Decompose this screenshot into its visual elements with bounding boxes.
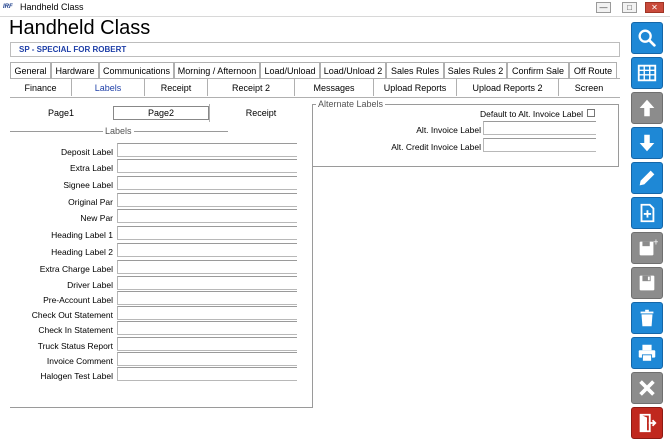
tab-morning-afternoon[interactable]: Morning / Afternoon [174,62,260,78]
new-button[interactable] [631,197,663,229]
default-alt-invoice-checkbox[interactable] [587,109,595,117]
grid-button[interactable] [631,57,663,89]
search-icon [638,29,656,47]
tabs-row-2: Finance Labels Receipt Receipt 2 Message… [10,79,619,97]
pre-account-label-label: Pre-Account Label [43,295,113,305]
save-new-icon: + [639,237,659,256]
invoice-comment-label: Invoice Comment [46,356,113,366]
tab-messages[interactable]: Messages [295,79,374,96]
app-logo-icon: IRF [3,4,13,10]
heading-label-2-label: Heading Label 2 [51,247,113,257]
minimize-button[interactable]: — [596,2,611,13]
page-title: Handheld Class [9,17,151,39]
subtab-receipt[interactable]: Receipt [212,99,310,127]
delete-button[interactable] [631,302,663,334]
tab-upload-reports[interactable]: Upload Reports [374,79,457,96]
deposit-label-label: Deposit Label [61,147,113,157]
heading-label-1-field[interactable] [117,226,297,240]
alt-invoice-label-field[interactable] [483,121,596,135]
tab-sales-rules[interactable]: Sales Rules [386,62,444,78]
extra-charge-label-field[interactable] [117,260,297,274]
pre-account-label-field[interactable] [117,291,297,305]
heading-label-2-field[interactable] [117,243,297,257]
company-name: SP - SPECIAL FOR ROBERT [19,45,127,54]
exit-button[interactable] [631,407,663,439]
tab-load-unload[interactable]: Load/Unload [260,62,320,78]
cancel-button[interactable] [631,372,663,404]
alternate-labels-title: Alternate Labels [316,99,386,109]
grid-icon [637,64,657,82]
driver-label-field[interactable] [117,276,297,290]
tab-screen[interactable]: Screen [559,79,619,96]
print-button[interactable] [631,337,663,369]
alt-invoice-label-label: Alt. Invoice Label [416,125,481,135]
new-par-label: New Par [80,213,113,223]
default-alt-invoice-label: Default to Alt. Invoice Label [479,109,583,119]
deposit-label-field[interactable] [117,143,297,157]
signee-label-field[interactable] [117,176,297,190]
tab-general[interactable]: General [10,62,51,78]
halogen-test-label-label: Halogen Test Label [40,371,113,381]
extra-label-field[interactable] [117,159,297,173]
tab-sales-rules-2[interactable]: Sales Rules 2 [444,62,507,78]
new-document-icon [640,203,655,223]
truck-status-report-field[interactable] [117,337,297,351]
tab-load-unload-2[interactable]: Load/Unload 2 [320,62,386,78]
extra-charge-label-label: Extra Charge Label [39,264,113,274]
move-down-button[interactable] [631,127,663,159]
subtab-page2-label: Page2 [113,106,209,120]
invoice-comment-field[interactable] [117,352,297,366]
check-in-statement-field[interactable] [117,321,297,335]
original-par-field[interactable] [117,193,297,207]
tabs-row-1: General Hardware Communications Morning … [10,62,617,78]
save-button[interactable] [631,267,663,299]
cancel-icon [639,380,655,396]
check-in-statement-label: Check In Statement [38,325,113,335]
move-up-button[interactable] [631,92,663,124]
save-new-button[interactable]: + [631,232,663,264]
svg-text:+: + [653,237,659,246]
halogen-test-label-field[interactable] [117,367,297,381]
tab-off-route[interactable]: Off Route [569,62,617,78]
alt-credit-invoice-label-field[interactable] [483,138,596,152]
window-titlebar: IRF Handheld Class — □ ✕ [0,0,670,17]
extra-label-label: Extra Label [70,163,113,173]
heading-label-1-label: Heading Label 1 [51,230,113,240]
new-par-field[interactable] [117,209,297,223]
truck-status-report-label: Truck Status Report [37,341,113,351]
subtab-page1[interactable]: Page1 [10,99,112,127]
subtab-page1-label: Page1 [47,108,75,118]
tab-confirm-sale[interactable]: Confirm Sale [507,62,569,78]
exit-icon [639,413,657,433]
save-icon [639,275,655,291]
tab-hardware[interactable]: Hardware [51,62,99,78]
original-par-label: Original Par [68,197,113,207]
driver-label-label: Driver Label [67,280,113,290]
tab-labels[interactable]: Labels [72,79,145,96]
edit-button[interactable] [631,162,663,194]
company-bar: SP - SPECIAL FOR ROBERT [10,42,620,57]
check-out-statement-label: Check Out Statement [31,310,113,320]
check-out-statement-field[interactable] [117,306,297,320]
tab-upload-reports-2[interactable]: Upload Reports 2 [457,79,559,96]
signee-label-label: Signee Label [63,180,113,190]
subtab-receipt-label: Receipt [245,108,277,118]
labels-group-title: Labels [103,126,134,136]
tab-communications[interactable]: Communications [99,62,174,78]
tab-receipt[interactable]: Receipt [145,79,208,96]
close-window-button[interactable]: ✕ [645,2,664,13]
subtab-page2[interactable]: Page2 [112,99,210,127]
print-icon [638,344,656,362]
alt-credit-invoice-label-label: Alt. Credit Invoice Label [391,142,481,152]
tab-finance[interactable]: Finance [10,79,72,96]
edit-icon [639,170,655,186]
window-title: Handheld Class [20,2,84,12]
tab-receipt-2[interactable]: Receipt 2 [208,79,295,96]
search-button[interactable] [631,22,663,54]
trash-icon [640,309,654,327]
arrow-down-icon [639,134,655,152]
arrow-up-icon [639,99,655,117]
maximize-button[interactable]: □ [622,2,637,13]
